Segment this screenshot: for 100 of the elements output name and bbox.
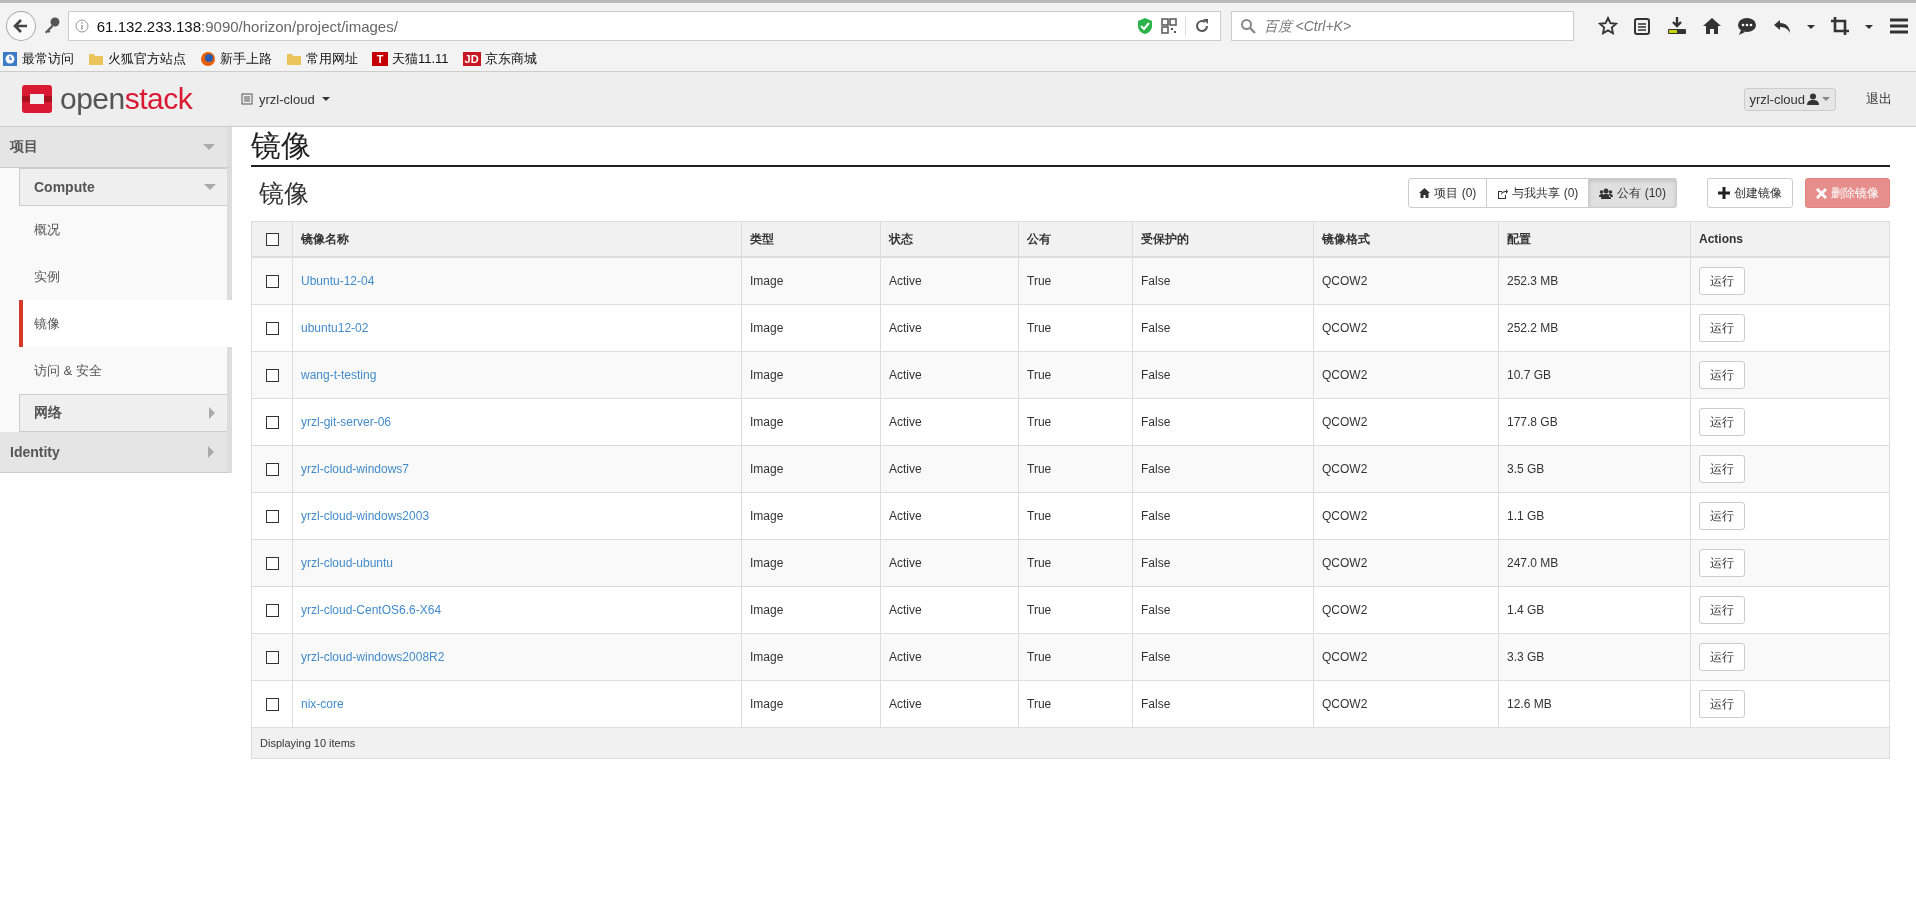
crop-icon[interactable]	[1830, 16, 1850, 36]
list-icon	[241, 93, 253, 105]
filter-button[interactable]: 公有 (10)	[1589, 178, 1677, 208]
launch-button[interactable]: 运行	[1699, 408, 1745, 436]
qr-code-icon[interactable]	[1160, 18, 1177, 34]
sidebar-item[interactable]: 访问 & 安全	[19, 347, 227, 394]
launch-button[interactable]: 运行	[1699, 502, 1745, 530]
bookmark-badge: T	[372, 52, 388, 66]
download-icon[interactable]	[1666, 16, 1688, 36]
globe-icon	[200, 51, 216, 67]
select-all-checkbox[interactable]	[265, 233, 279, 247]
table-cell: QCOW2	[1322, 462, 1368, 476]
column-header: 配置	[1507, 231, 1531, 246]
info-icon	[74, 19, 89, 33]
table-cell: Image	[750, 415, 784, 429]
image-name-link[interactable]: yrzl-git-server-06	[301, 415, 391, 429]
address-field[interactable]: 61.132.233.138:9090/horizon/project/images/	[67, 11, 1221, 41]
table-cell: Active	[889, 368, 922, 382]
image-name-link[interactable]: yrzl-cloud-ubuntu	[301, 556, 394, 570]
row-checkbox[interactable]	[265, 651, 279, 665]
table-cell: True	[1027, 274, 1052, 288]
image-name-link[interactable]: ubuntu12-02	[301, 321, 369, 335]
row-checkbox[interactable]	[265, 510, 279, 524]
sidebar-item[interactable]: 实例	[19, 253, 227, 300]
sidebar-group[interactable]: Compute	[19, 168, 227, 206]
launch-button[interactable]: 运行	[1699, 596, 1745, 624]
image-name-link[interactable]: Ubuntu-12-04	[301, 274, 375, 288]
column-header: 镜像名称	[301, 231, 349, 246]
table-cell: False	[1141, 509, 1171, 523]
home-icon[interactable]	[1702, 16, 1722, 36]
row-checkbox[interactable]	[265, 557, 279, 571]
table-cell: Active	[889, 697, 922, 711]
table-cell: Image	[750, 274, 784, 288]
table-cell: True	[1027, 650, 1052, 664]
launch-button[interactable]: 运行	[1699, 314, 1745, 342]
star-icon[interactable]	[1598, 16, 1618, 36]
sidebar-section[interactable]: Identity	[0, 432, 232, 473]
create-button[interactable]: 创建镜像	[1707, 178, 1793, 208]
table-cell: True	[1027, 368, 1052, 382]
image-name-link[interactable]: wang-t-testing	[301, 368, 377, 382]
chat-icon[interactable]	[1736, 16, 1758, 36]
image-name-link[interactable]: nix-core	[301, 697, 344, 711]
user-dropdown[interactable]: yrzl-cloud	[1744, 87, 1836, 111]
launch-button[interactable]: 运行	[1699, 690, 1745, 718]
launch-button[interactable]: 运行	[1699, 455, 1745, 483]
table-cell: False	[1141, 603, 1171, 617]
row-checkbox[interactable]	[265, 322, 279, 336]
sidebar-item[interactable]: 概况	[19, 206, 227, 253]
row-checkbox[interactable]	[265, 275, 279, 289]
sidebar-section[interactable]: 项目	[0, 127, 232, 168]
image-name-link[interactable]: yrzl-cloud-CentOS6.6-X64	[301, 603, 442, 617]
table-cell: 3.5 GB	[1507, 462, 1545, 476]
table-cell: 247.0 MB	[1507, 556, 1559, 570]
row-checkbox[interactable]	[265, 604, 279, 618]
filter-button[interactable]: 与我共享 (0)	[1487, 178, 1590, 208]
table-cell: Image	[750, 603, 784, 617]
table-cell: Active	[889, 603, 922, 617]
table-cell: False	[1141, 697, 1171, 711]
row-checkbox[interactable]	[265, 698, 279, 712]
caret-right-icon	[208, 407, 216, 419]
shield-icon	[1136, 17, 1153, 35]
share-icon	[1497, 187, 1509, 199]
back-button[interactable]	[6, 11, 36, 41]
bookmark-link[interactable]: JD 京东商城	[462, 50, 537, 68]
sidebar-item[interactable]: 镜像	[19, 300, 232, 347]
table-cell: Image	[750, 368, 784, 382]
launch-button[interactable]: 运行	[1699, 267, 1745, 295]
image-name-link[interactable]: yrzl-cloud-windows7	[301, 462, 410, 476]
row-checkbox[interactable]	[265, 369, 279, 383]
bookmark-link[interactable]: 最常访问	[2, 50, 74, 68]
table-cell: False	[1141, 556, 1171, 570]
image-name-link[interactable]: yrzl-cloud-windows2008R2	[301, 650, 445, 664]
bookmark-link[interactable]: 新手上路	[200, 50, 272, 68]
search-field[interactable]: 百度 <Ctrl+K>	[1230, 11, 1574, 41]
project-dropdown[interactable]: yrzl-cloud	[235, 90, 337, 108]
column-header: 类型	[750, 231, 774, 246]
row-checkbox[interactable]	[265, 416, 279, 430]
bookmark-link[interactable]: 常用网址	[286, 50, 358, 68]
bookmark-badge: JD	[462, 52, 481, 66]
launch-button[interactable]: 运行	[1699, 361, 1745, 389]
reading-list-icon[interactable]	[1632, 16, 1652, 36]
table-cell: False	[1141, 274, 1171, 288]
filter-button[interactable]: 项目 (0)	[1408, 178, 1488, 208]
table-cell: Active	[889, 462, 922, 476]
launch-button[interactable]: 运行	[1699, 643, 1745, 671]
launch-button[interactable]: 运行	[1699, 549, 1745, 577]
folder-icon	[286, 51, 302, 67]
section-title: 镜像	[259, 177, 309, 209]
caret-icon	[1821, 95, 1831, 103]
table-cell: False	[1141, 415, 1171, 429]
bookmark-link[interactable]: 火狐官方站点	[88, 50, 186, 68]
menu-icon[interactable]	[1888, 16, 1910, 36]
bookmark-link[interactable]: T 天猫11.11	[372, 50, 449, 68]
table-cell: QCOW2	[1322, 509, 1368, 523]
row-checkbox[interactable]	[265, 463, 279, 477]
table-cell: True	[1027, 697, 1052, 711]
sign-out-link[interactable]: 退出	[1866, 90, 1892, 108]
reload-icon[interactable]	[1193, 18, 1210, 34]
sidebar-group[interactable]: 网络	[19, 394, 227, 432]
image-name-link[interactable]: yrzl-cloud-windows2003	[301, 509, 430, 523]
